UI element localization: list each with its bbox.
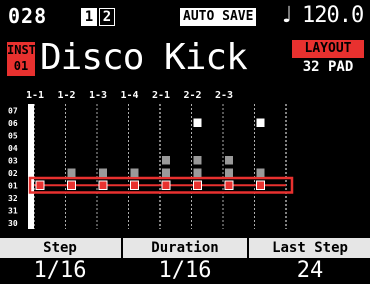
bank-2-indicator[interactable]: 2 bbox=[99, 8, 115, 26]
row-label: 32 bbox=[8, 194, 18, 203]
note-cell[interactable] bbox=[67, 168, 76, 178]
note-cell[interactable] bbox=[256, 118, 265, 128]
layout-value[interactable]: 32 PAD bbox=[290, 58, 366, 76]
row-label: 04 bbox=[8, 144, 18, 153]
layout-label: LAYOUT bbox=[292, 40, 364, 58]
autosave-badge: AUTO SAVE bbox=[180, 8, 257, 26]
note-cell[interactable] bbox=[67, 180, 76, 190]
row-label: 01 bbox=[8, 182, 18, 191]
note-cell[interactable] bbox=[225, 156, 233, 165]
column-header: 2-1 bbox=[152, 90, 170, 101]
tempo-display[interactable]: 120.0 bbox=[302, 4, 364, 28]
instrument-number: 01 bbox=[13, 59, 29, 73]
column-header: 1-2 bbox=[58, 90, 76, 101]
duration-label: Duration bbox=[151, 240, 219, 256]
instrument-badge: INST 01 bbox=[7, 42, 36, 76]
step-grid[interactable]: 1-1 1-2 1-3 1-4 2-1 2-2 2-3 07 06 05 04 03 02 01 32 31 3… bbox=[0, 86, 370, 238]
column-header: 1-4 bbox=[121, 90, 139, 101]
note-cell[interactable] bbox=[193, 168, 202, 178]
note-cell[interactable] bbox=[193, 156, 202, 165]
column-header: 1-3 bbox=[89, 90, 107, 101]
note-cell[interactable] bbox=[130, 180, 139, 190]
step-grid-canvas[interactable]: 1-1 1-2 1-3 1-4 2-1 2-2 2-3 07 06 05 04 03 02 01 32 31 3… bbox=[0, 86, 370, 238]
note-cell[interactable] bbox=[225, 168, 233, 178]
row-label: 02 bbox=[8, 169, 18, 178]
note-cell[interactable] bbox=[99, 168, 107, 178]
parameter-header: Step Duration Last Step bbox=[0, 238, 370, 258]
instrument-badge-label: INST bbox=[7, 43, 36, 57]
param-divider bbox=[121, 238, 123, 284]
playhead-bar bbox=[28, 104, 34, 229]
note-cell[interactable] bbox=[35, 180, 45, 190]
note-cell[interactable] bbox=[193, 118, 202, 128]
note-cell[interactable] bbox=[161, 180, 171, 190]
row-label: 03 bbox=[8, 157, 18, 166]
step-label: Step bbox=[43, 240, 77, 256]
note-cell[interactable] bbox=[256, 168, 265, 178]
bank-1-indicator[interactable]: 1 bbox=[81, 8, 97, 26]
column-header: 2-3 bbox=[215, 90, 233, 101]
row-label: 07 bbox=[8, 107, 18, 116]
param-divider bbox=[247, 238, 249, 284]
instrument-name[interactable]: Disco Kick bbox=[40, 36, 248, 80]
duration-value[interactable]: 1/16 bbox=[124, 258, 246, 284]
status-bar: 028 1 2 AUTO SAVE ♩ 120.0 bbox=[0, 0, 370, 34]
column-header: 2-2 bbox=[184, 90, 202, 101]
note-cell[interactable] bbox=[130, 168, 139, 178]
last-step-label: Last Step bbox=[272, 240, 348, 256]
note-cell[interactable] bbox=[193, 180, 202, 190]
row-label: 06 bbox=[8, 119, 18, 128]
note-cell[interactable] bbox=[162, 156, 170, 165]
note-cell[interactable] bbox=[98, 180, 108, 190]
row-label: 30 bbox=[8, 219, 18, 228]
note-cell[interactable] bbox=[224, 180, 234, 190]
note-cell[interactable] bbox=[162, 168, 170, 178]
step-value[interactable]: 1/16 bbox=[0, 258, 120, 284]
row-label: 31 bbox=[8, 207, 18, 216]
quarter-note-icon: ♩ bbox=[282, 3, 293, 28]
note-cell[interactable] bbox=[256, 180, 265, 190]
column-header: 1-1 bbox=[26, 90, 44, 101]
sequencer-screen: 028 1 2 AUTO SAVE ♩ 120.0 INST 01 Disco … bbox=[0, 0, 370, 284]
last-step-value[interactable]: 24 bbox=[250, 258, 370, 284]
pattern-number: 028 bbox=[8, 4, 48, 28]
row-label: 05 bbox=[8, 132, 18, 141]
